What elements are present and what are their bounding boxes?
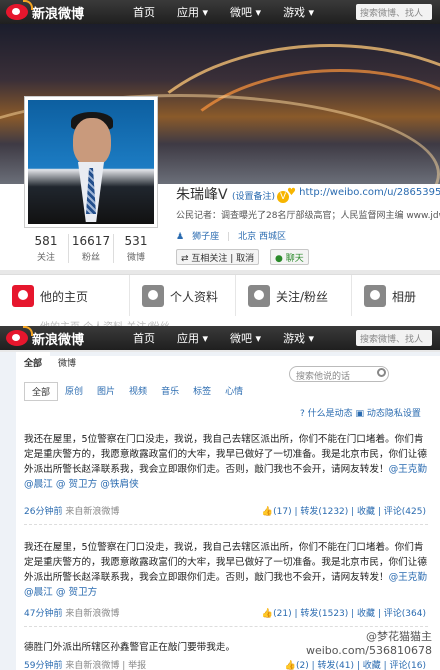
- profile-url[interactable]: ♥ http://weibo.com/u/2865395792: [287, 187, 440, 198]
- subnav-all[interactable]: 全部: [16, 352, 51, 373]
- post-time-link[interactable]: 47分钟前: [24, 609, 62, 619]
- profile-description: 公民记者：调查曝光了28名厅部级高官；人民监督网主编 www.jdw: [176, 211, 440, 221]
- top-nav-bar-2: 新浪微博 首页 应用 ▾ 微吧 ▾ 游戏 ▾ 搜索微博、找人: [0, 326, 440, 350]
- post-time-link[interactable]: 59分钟前: [24, 661, 62, 670]
- location-link[interactable]: 北京 西城区: [238, 232, 286, 242]
- nav-weiba[interactable]: 微吧 ▾: [219, 330, 272, 346]
- profile-name: 朱瑞峰V (设置备注) V: [176, 184, 290, 204]
- post-time-link[interactable]: 26分钟前: [24, 507, 62, 517]
- post-text: 我还在屋里，5位警察在门口没走，我说，我自己去辖区派出所，你们不能在门口堵着。你…: [24, 542, 427, 598]
- post-actions[interactable]: 👍(17) | 转发(1232) | 收藏 | 评论(425): [262, 504, 426, 517]
- activity-privacy-links[interactable]: ? 什么是动态 ▣ 动态隐私设置: [300, 406, 421, 419]
- stat-following[interactable]: 581 关注: [24, 234, 69, 263]
- filter-all[interactable]: 全部: [24, 382, 59, 401]
- divider: [24, 626, 428, 627]
- weibo-eye-icon: [6, 0, 33, 20]
- search-input[interactable]: 搜索微博、找人: [356, 330, 432, 346]
- filter-video[interactable]: 视频: [122, 382, 154, 401]
- search-input[interactable]: 搜索微博、找人: [356, 4, 432, 20]
- post-actions[interactable]: 👍(2) | 转发(41) | 收藏 | 评论(16): [285, 658, 426, 670]
- weibo-logo[interactable]: 新浪微博: [0, 0, 110, 22]
- set-remark-link[interactable]: (设置备注): [232, 192, 275, 202]
- filter-original[interactable]: 原创: [58, 382, 90, 401]
- thumbs-up-icon: 👍: [261, 609, 274, 619]
- home-icon: [12, 285, 34, 307]
- mutual-follow-button[interactable]: ⇄ 互相关注 | 取消: [176, 249, 260, 265]
- post-meta: 59分钟前 来自新浪微博 | 举报: [24, 661, 147, 670]
- nav-apps[interactable]: 应用 ▾: [166, 330, 219, 346]
- weibo-eye-icon: [6, 326, 33, 346]
- heart-icon: ♥: [287, 187, 296, 198]
- thumbs-up-icon: 👍: [284, 661, 297, 670]
- watermark: @梦花猫猫主 weibo.com/536810678: [305, 630, 432, 657]
- profile-stats: 581 关注 16617 粉丝 531 微博: [24, 234, 158, 263]
- profile-location: ♟ 狮子座 | 北京 西城区: [176, 232, 287, 242]
- avatar[interactable]: [24, 96, 158, 228]
- person-icon: [142, 285, 164, 307]
- stat-posts[interactable]: 531 微博: [114, 234, 158, 263]
- tab-profile-info[interactable]: 个人资料: [130, 275, 236, 317]
- tab-follow-fans[interactable]: 关注/粉丝: [236, 275, 352, 317]
- filter-image[interactable]: 图片: [90, 382, 122, 401]
- stat-followers[interactable]: 16617 粉丝: [69, 234, 114, 263]
- avatar-photo: [28, 100, 154, 224]
- post-meta: 26分钟前 来自新浪微博: [24, 507, 120, 517]
- nav-home[interactable]: 首页: [122, 4, 166, 20]
- search-icon[interactable]: [377, 368, 386, 377]
- nav-weiba[interactable]: 微吧 ▾: [219, 4, 272, 20]
- tab-album[interactable]: 相册: [352, 275, 440, 317]
- nav-apps[interactable]: 应用 ▾: [166, 4, 219, 20]
- profile-tabs: 他的主页 个人资料 关注/粉丝 相册: [0, 274, 440, 317]
- feed-filters: 全部 原创 图片 视频 音乐 标签 心情: [24, 382, 250, 401]
- tab-home[interactable]: 他的主页: [0, 275, 130, 317]
- person-icon: ♟: [176, 232, 185, 242]
- feed-subnav: 全部 微博: [16, 352, 84, 373]
- top-nav-bar: 新浪微博 首页 应用 ▾ 微吧 ▾ 游戏 ▾ 搜索微博、找人: [0, 0, 440, 24]
- filter-tag[interactable]: 标签: [186, 382, 218, 401]
- filter-music[interactable]: 音乐: [154, 382, 186, 401]
- screenshot: 新浪微博 首页 应用 ▾ 微吧 ▾ 游戏 ▾ 搜索微博、找人 朱瑞峰V (设置备…: [0, 0, 440, 670]
- chat-button[interactable]: ● 聊天: [270, 249, 309, 265]
- nav-games[interactable]: 游戏 ▾: [272, 4, 325, 20]
- zodiac-link[interactable]: 狮子座: [192, 232, 219, 242]
- nav-games[interactable]: 游戏 ▾: [272, 330, 325, 346]
- nav-home[interactable]: 首页: [122, 330, 166, 346]
- thumbs-up-icon: 👍: [261, 507, 274, 517]
- divider: [24, 524, 428, 525]
- post-text: 我还在屋里，5位警察在门口没走，我说，我自己去辖区派出所，你们不能在门口堵着。你…: [24, 434, 427, 490]
- filter-mood[interactable]: 心情: [218, 382, 250, 401]
- people-icon: [248, 285, 270, 307]
- camera-icon: [364, 285, 386, 307]
- subnav-weibo[interactable]: 微博: [50, 352, 84, 373]
- weibo-logo[interactable]: 新浪微博: [0, 326, 110, 348]
- feed-search-input[interactable]: 搜索他说的话: [289, 366, 389, 382]
- post-meta: 47分钟前 来自新浪微博: [24, 609, 120, 619]
- post-actions[interactable]: 👍(21) | 转发(1523) | 收藏 | 评论(364): [262, 606, 426, 619]
